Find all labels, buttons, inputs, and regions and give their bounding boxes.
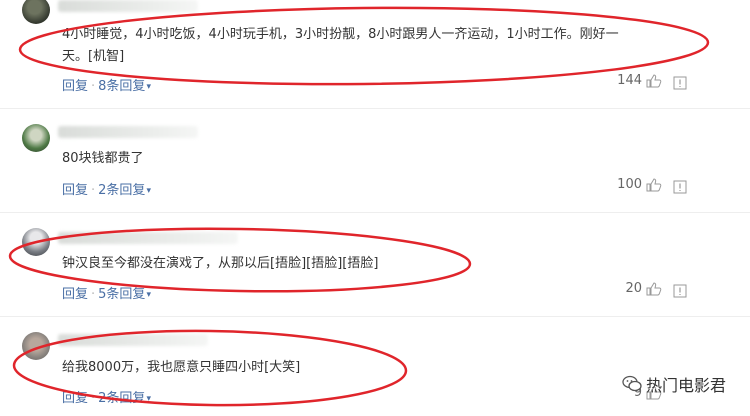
watermark-label: 热门电影君: [646, 376, 727, 395]
like-area: 20: [625, 281, 662, 296]
avatar[interactable]: [22, 124, 50, 152]
view-replies-button[interactable]: 8条回复▾: [98, 79, 151, 94]
like-count: 144: [617, 73, 642, 88]
view-replies-button[interactable]: 2条回复▾: [98, 391, 151, 406]
reply-button[interactable]: 回复: [62, 391, 88, 406]
chevron-down-icon: ▾: [146, 290, 151, 300]
comment-text: 80块钱都贵了: [62, 151, 144, 166]
avatar[interactable]: [22, 228, 50, 256]
divider: [0, 212, 750, 213]
comment-actions: 回复 · 2条回复▾: [62, 391, 151, 406]
avatar[interactable]: [22, 0, 50, 24]
like-area: 100: [617, 177, 662, 192]
comment-text-continued: 天。[机智]: [62, 49, 125, 64]
chevron-down-icon: ▾: [146, 82, 151, 92]
comment-text: 4小时睡觉，4小时吃饭，4小时玩手机，3小时扮靓，8小时跟男人一齐运动，1小时工…: [62, 27, 619, 42]
thumbs-up-icon[interactable]: [646, 177, 662, 192]
username-redacted: [58, 126, 198, 138]
avatar[interactable]: [22, 332, 50, 360]
like-count: 100: [617, 177, 642, 192]
divider: [0, 108, 750, 109]
thumbs-up-icon[interactable]: [646, 281, 662, 296]
report-icon[interactable]: [673, 76, 687, 90]
reply-button[interactable]: 回复: [62, 287, 88, 302]
comment-text: 给我8000万，我也愿意只睡四小时[大笑]: [62, 360, 301, 375]
username-redacted: [58, 334, 208, 346]
watermark: 热门电影君: [622, 372, 726, 396]
chevron-down-icon: ▾: [146, 394, 151, 404]
view-replies-button[interactable]: 2条回复▾: [98, 183, 151, 198]
like-area: 144: [617, 73, 662, 88]
report-icon[interactable]: [673, 180, 687, 194]
divider: [0, 316, 750, 317]
comment-actions: 回复 · 8条回复▾: [62, 79, 151, 94]
username-redacted: [58, 232, 238, 244]
comment-actions: 回复 · 5条回复▾: [62, 287, 151, 302]
chevron-down-icon: ▾: [146, 186, 151, 196]
wechat-icon: [622, 375, 642, 392]
like-count: 20: [625, 281, 642, 296]
comment-actions: 回复 · 2条回复▾: [62, 183, 151, 198]
reply-button[interactable]: 回复: [62, 79, 88, 94]
thumbs-up-icon[interactable]: [646, 73, 662, 88]
view-replies-button[interactable]: 5条回复▾: [98, 287, 151, 302]
username-redacted: [58, 0, 198, 12]
report-icon[interactable]: [673, 284, 687, 298]
reply-button[interactable]: 回复: [62, 183, 88, 198]
comment-text: 钟汉良至今都没在演戏了，从那以后[捂脸][捂脸][捂脸]: [62, 256, 379, 271]
